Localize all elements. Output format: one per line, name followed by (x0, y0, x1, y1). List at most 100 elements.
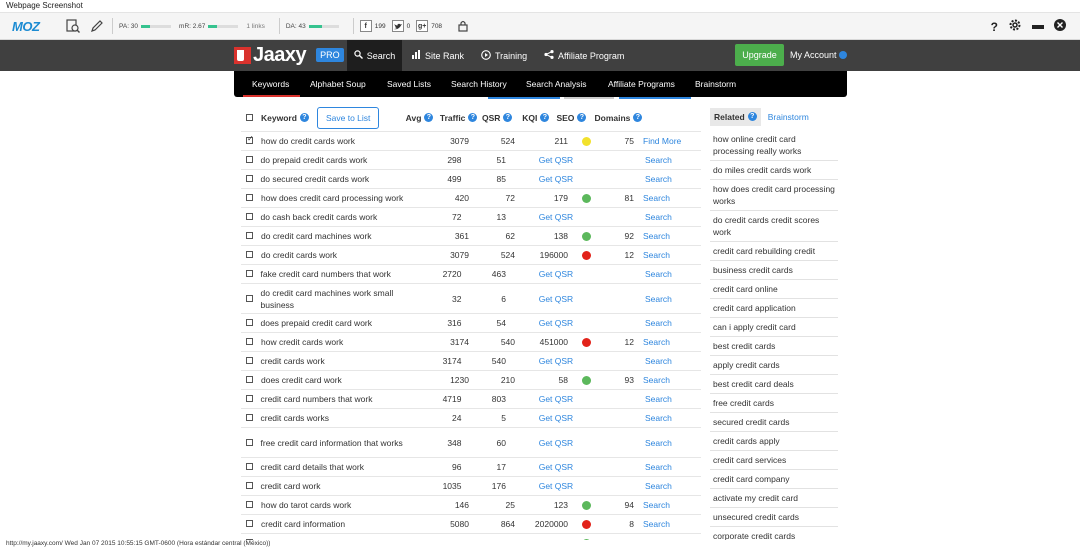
get-qsr-link[interactable]: Get QSR (513, 462, 599, 472)
domains-link[interactable]: Search (636, 438, 701, 448)
domains-link[interactable]: Search (634, 375, 701, 385)
domains-link[interactable]: Search (636, 155, 701, 165)
row-checkbox[interactable] (246, 463, 253, 470)
row-checkbox[interactable] (246, 338, 253, 345)
domains-link[interactable]: Search (636, 462, 701, 472)
keyword-cell[interactable]: do prepaid credit cards work (261, 154, 419, 166)
qsr-help-icon[interactable]: ? (503, 113, 513, 122)
related-keyword-item[interactable]: credit card application (710, 299, 838, 318)
related-keyword-item[interactable]: can i apply credit card (710, 318, 838, 337)
row-checkbox[interactable] (246, 414, 253, 421)
keyword-cell[interactable]: does credit card work (261, 374, 425, 386)
row-checkbox[interactable] (246, 270, 253, 277)
get-qsr-link[interactable]: Get QSR (513, 212, 599, 222)
related-keyword-item[interactable]: activate my credit card (710, 489, 838, 508)
keyword-cell[interactable]: how credit cards work (261, 336, 425, 348)
jaaxy-logo[interactable]: Jaaxy PRO (234, 45, 344, 65)
nav-search[interactable]: Search (347, 40, 402, 71)
domains-link[interactable]: Search (634, 519, 701, 529)
keyword-cell[interactable]: how does credit card processing work (261, 192, 425, 204)
subnav-saved-lists[interactable]: Saved Lists (387, 79, 431, 89)
related-keyword-item[interactable]: secured credit cards (710, 413, 838, 432)
subnav-keywords[interactable]: Keywords (252, 79, 289, 89)
related-keyword-item[interactable]: credit card company (710, 470, 838, 489)
get-qsr-link[interactable]: Get QSR (513, 318, 599, 328)
domains-link[interactable]: Search (636, 394, 701, 404)
keyword-cell[interactable]: credit card numbers that work (261, 393, 419, 405)
related-keyword-item[interactable]: free credit cards (710, 394, 838, 413)
settings-gear-icon[interactable] (1008, 18, 1022, 35)
close-icon[interactable] (1054, 19, 1066, 34)
related-keyword-item[interactable]: apply credit cards (710, 356, 838, 375)
subnav-search-history[interactable]: Search History (451, 79, 507, 89)
minimize-bar-icon[interactable] (1032, 20, 1044, 34)
avg-help-icon[interactable]: ? (424, 113, 434, 122)
save-to-list-button[interactable]: Save to List (317, 106, 380, 129)
get-qsr-link[interactable]: Get QSR (513, 174, 599, 184)
related-keyword-item[interactable]: credit card online (710, 280, 838, 299)
keyword-cell[interactable]: fake credit card numbers that work (261, 268, 419, 280)
row-checkbox[interactable] (246, 294, 253, 302)
moz-logo[interactable]: MOZ (12, 19, 58, 34)
page-analysis-icon[interactable] (64, 17, 82, 35)
get-qsr-link[interactable]: Get QSR (513, 413, 599, 423)
seo-help-icon[interactable]: ? (577, 113, 587, 122)
keyword-cell[interactable]: credit card information (261, 518, 425, 530)
row-checkbox[interactable] (246, 376, 253, 383)
keyword-cell[interactable]: free credit card information that works (261, 437, 419, 449)
related-keyword-item[interactable]: do miles credit cards work (710, 161, 838, 180)
subnav-search-analysis[interactable]: Search Analysis (526, 79, 586, 89)
nav-affiliate-program[interactable]: Affiliate Program (544, 40, 624, 71)
nav-site-rank[interactable]: Site Rank (412, 40, 464, 71)
keyword-cell[interactable]: how do tarot cards work (261, 499, 425, 511)
related-keyword-item[interactable]: how does credit card processing works (710, 180, 838, 211)
domains-link[interactable]: Search (636, 481, 701, 491)
row-checkbox[interactable] (246, 395, 253, 402)
my-account-menu[interactable]: My Account (790, 50, 847, 60)
help-icon[interactable]: ? (991, 20, 998, 34)
keyword-cell[interactable]: credit card details that work (261, 461, 419, 473)
subnav-alphabet-soup[interactable]: Alphabet Soup (310, 79, 366, 89)
related-keyword-item[interactable]: credit card services (710, 451, 838, 470)
domains-help-icon[interactable]: ? (633, 113, 643, 122)
row-checkbox[interactable] (246, 520, 253, 527)
domains-link[interactable]: Search (634, 337, 701, 347)
keyword-cell[interactable]: credit cards work (261, 355, 419, 367)
related-keyword-item[interactable]: best credit card deals (710, 375, 838, 394)
related-keyword-item[interactable]: do credit cards credit scores work (710, 211, 838, 242)
keyword-cell[interactable]: credit card work (261, 480, 419, 492)
nav-training[interactable]: Training (481, 40, 527, 71)
lock-icon[interactable] (454, 17, 472, 35)
domains-link[interactable]: Search (636, 413, 701, 423)
row-checkbox[interactable] (246, 501, 253, 508)
row-checkbox[interactable] (246, 134, 254, 144)
related-keyword-item[interactable]: how online credit card processing really… (710, 130, 838, 161)
tab-related[interactable]: Related? (710, 107, 761, 126)
domains-link[interactable]: Search (636, 269, 701, 279)
domains-link[interactable]: Search (636, 212, 701, 222)
domains-link[interactable]: Search (634, 193, 701, 203)
row-checkbox[interactable] (246, 482, 253, 489)
subnav-affiliate-programs[interactable]: Affiliate Programs (608, 79, 675, 89)
keyword-cell[interactable]: credit cards works (261, 412, 419, 424)
select-all-checkbox[interactable] (246, 113, 253, 121)
related-help-icon[interactable]: ? (747, 112, 757, 121)
row-checkbox[interactable] (246, 194, 253, 201)
highlight-pen-icon[interactable] (88, 17, 106, 35)
keyword-cell[interactable]: do credit cards work (261, 249, 425, 261)
row-checkbox[interactable] (246, 357, 253, 364)
row-checkbox[interactable] (246, 438, 253, 446)
domains-link[interactable]: Search (636, 174, 701, 184)
row-checkbox[interactable] (246, 213, 253, 220)
keyword-help-icon[interactable]: ? (299, 113, 309, 122)
keyword-cell[interactable]: does prepaid credit card work (261, 317, 419, 329)
domains-link[interactable]: Search (634, 500, 701, 510)
get-qsr-link[interactable]: Get QSR (513, 356, 599, 366)
related-keyword-item[interactable]: business credit cards (710, 261, 838, 280)
get-qsr-link[interactable]: Get QSR (513, 438, 599, 448)
domains-link[interactable]: Search (634, 231, 701, 241)
traffic-help-icon[interactable]: ? (468, 113, 478, 122)
row-checkbox[interactable] (246, 251, 253, 258)
domains-link[interactable]: Search (636, 318, 701, 328)
keyword-cell[interactable]: do credit card machines work (261, 230, 425, 242)
